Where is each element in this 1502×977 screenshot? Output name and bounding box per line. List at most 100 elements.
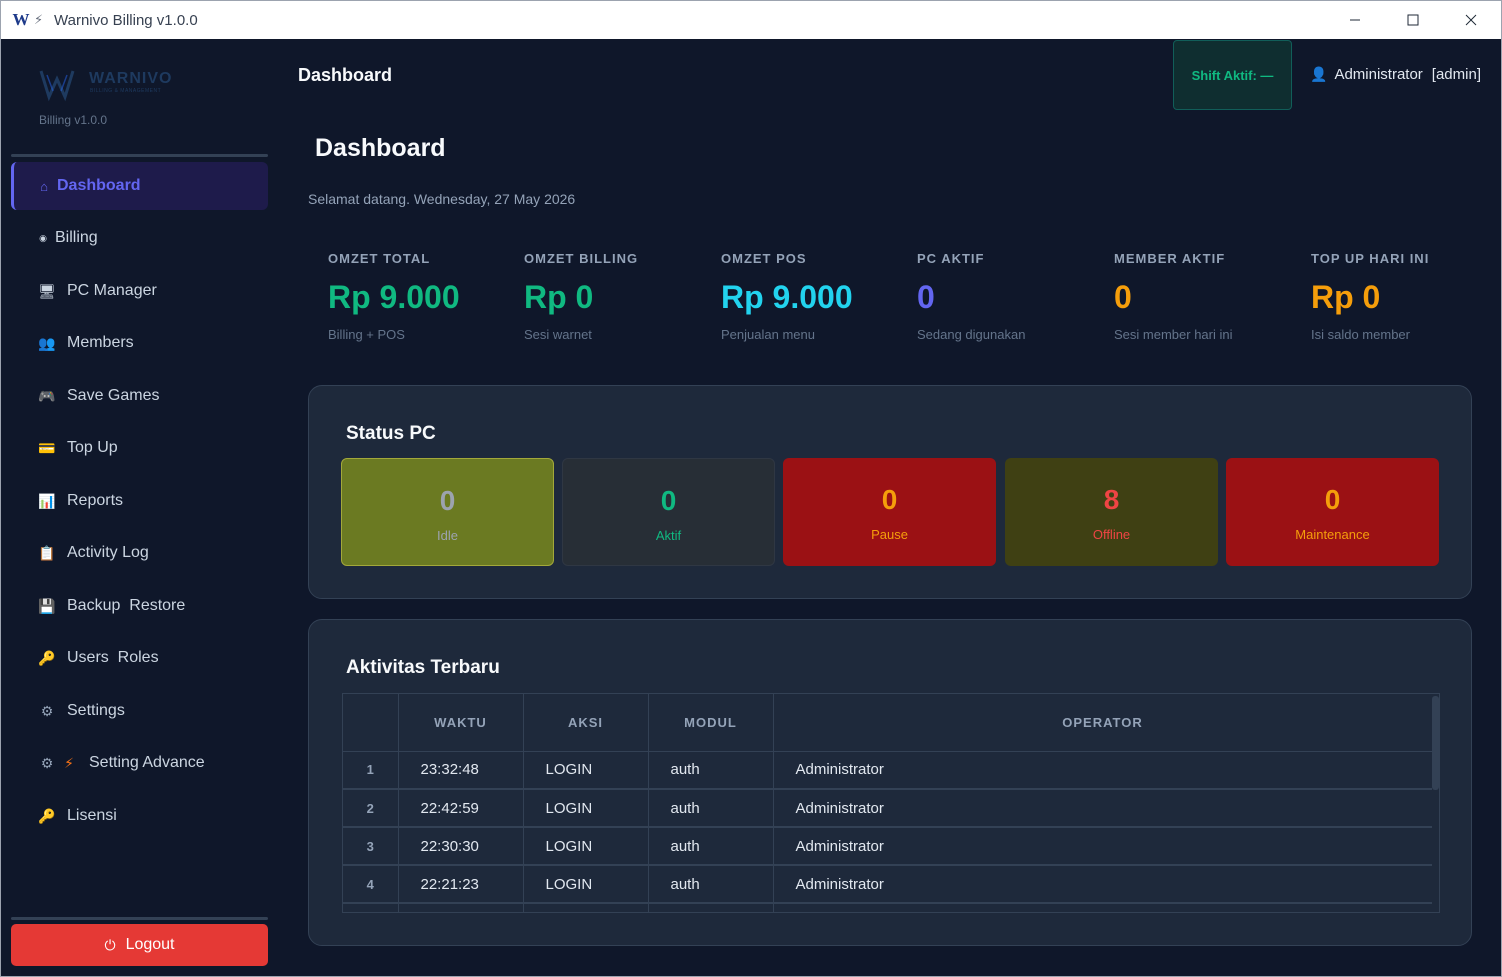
table-row[interactable]: 2 22:42:59 LOGIN auth Administrator [343, 789, 1433, 828]
column-header-aksi[interactable]: AKSI [523, 694, 649, 752]
sidebar-item-setting-advance[interactable]: ⚙ ⚡ Setting Advance [11, 739, 268, 787]
column-header-no[interactable] [343, 694, 399, 752]
sidebar-item-label: Save Games [67, 387, 160, 404]
stat-value: Rp 0 [1311, 279, 1381, 315]
stat-label: MEMBER AKTIF [1114, 251, 1226, 266]
row-number: 3 [343, 827, 399, 866]
pc-status-offline[interactable]: 8 Offline [1005, 458, 1218, 566]
cell-waktu: 22:30:30 [398, 827, 524, 866]
sidebar-item-label: Backup Restore [67, 597, 186, 614]
stat-sub: Sesi member hari ini [1114, 327, 1233, 342]
sidebar-item-reports[interactable]: 📊 Reports [11, 477, 268, 525]
cell-waktu: 22:42:59 [398, 789, 524, 828]
scrollbar-thumb[interactable] [1432, 696, 1439, 790]
table-row[interactable]: 1 23:32:48 LOGIN auth Administrator [343, 751, 1433, 790]
maximize-icon [1407, 14, 1419, 26]
sidebar-item-pc-manager[interactable]: 🖥 PC Manager [11, 267, 268, 315]
title-bar: W ⚡ Warnivo Billing v1.0.0 [1, 1, 1501, 39]
sidebar-item-settings[interactable]: ⚙ Settings [11, 687, 268, 735]
cell-waktu: 22:21:23 [398, 865, 524, 904]
stat-value: Rp 9.000 [328, 279, 460, 315]
stat-label: TOP UP HARI INI [1311, 251, 1430, 266]
table-row[interactable]: 4 22:21:23 LOGIN auth Administrator [343, 865, 1433, 904]
table-scrollbar[interactable] [1432, 694, 1439, 912]
sidebar-item-backup-restore[interactable]: 💾 Backup Restore [11, 582, 268, 630]
cell-operator: Administrator [773, 789, 1433, 828]
clipboard-icon: 📋 [38, 544, 56, 561]
sidebar-item-dashboard[interactable]: ⌂ Dashboard [11, 162, 268, 210]
stat-omzet-total: OMZET TOTAL Rp 9.000 Billing + POS [328, 251, 518, 342]
sidebar-item-top-up[interactable]: 💳 Top Up [11, 424, 268, 472]
row-number [343, 903, 399, 912]
stat-label: OMZET POS [721, 251, 807, 266]
license-key-icon: 🔑 [38, 807, 56, 824]
sidebar-item-billing[interactable]: ◉ Billing [11, 214, 268, 262]
cell-aksi [523, 903, 649, 912]
status-pc-card: Status PC 0 Idle 0 Aktif 0 Pause 8 Offli… [308, 385, 1472, 599]
stat-sub: Sedang digunakan [917, 327, 1026, 342]
cell-modul: auth [648, 865, 774, 904]
cell-aksi: LOGIN [523, 789, 649, 828]
sidebar-item-activity-log[interactable]: 📋 Activity Log [11, 529, 268, 577]
sidebar-item-label: Setting Advance [89, 754, 205, 771]
members-icon: 👥 [38, 334, 56, 351]
cell-aksi: LOGIN [523, 751, 649, 790]
sidebar-item-save-games[interactable]: 🎮 Save Games [11, 372, 268, 420]
brand-logo: WARNIVO BILLING & MANAGEMENT [39, 67, 189, 103]
stat-member-aktif: MEMBER AKTIF 0 Sesi member hari ini [1114, 251, 1304, 342]
logout-button[interactable]: ⏻ Logout [11, 924, 268, 966]
sidebar-item-lisensi[interactable]: 🔑 Lisensi [11, 792, 268, 840]
close-icon [1465, 14, 1477, 26]
user-icon: 👤 [1310, 66, 1328, 82]
cell-aksi: LOGIN [523, 827, 649, 866]
stat-value: Rp 0 [524, 279, 594, 315]
stat-omzet-billing: OMZET BILLING Rp 0 Sesi warnet [524, 251, 714, 342]
stat-sub: Billing + POS [328, 327, 405, 342]
activity-table[interactable]: WAKTU AKSI MODUL OPERATOR 1 23:32:48 LOG… [342, 693, 1440, 913]
pc-status-maintenance[interactable]: 0 Maintenance [1226, 458, 1439, 566]
stat-label: PC AKTIF [917, 251, 985, 266]
column-header-operator[interactable]: OPERATOR [773, 694, 1433, 752]
table-row[interactable]: 3 22:30:30 LOGIN auth Administrator [343, 827, 1433, 866]
pc-status-count: 0 [1324, 484, 1341, 515]
sidebar-item-label: Users Roles [67, 649, 159, 666]
page-title: Dashboard [315, 134, 446, 162]
row-number: 4 [343, 865, 399, 904]
cell-operator: Administrator [773, 827, 1433, 866]
stat-value: 0 [917, 279, 935, 315]
pc-status-pause[interactable]: 0 Pause [783, 458, 996, 566]
key-icon: 🔑 [38, 649, 56, 666]
logout-label: Logout [125, 936, 175, 953]
stat-sub: Isi saldo member [1311, 327, 1410, 342]
user-info: 👤 Administrator [admin] [1310, 66, 1481, 83]
power-icon: ⏻ [104, 936, 116, 953]
maximize-button[interactable] [1384, 1, 1442, 39]
sidebar-item-members[interactable]: 👥 Members [11, 319, 268, 367]
minimize-button[interactable] [1326, 1, 1384, 39]
stat-sub: Sesi warnet [524, 327, 592, 342]
table-header-row: WAKTU AKSI MODUL OPERATOR [343, 694, 1433, 752]
pc-status-aktif[interactable]: 0 Aktif [562, 458, 775, 566]
shift-status-button[interactable]: Shift Aktif: — [1173, 40, 1292, 110]
floppy-icon: 💾 [38, 597, 56, 614]
column-header-waktu[interactable]: WAKTU [398, 694, 524, 752]
status-pc-title: Status PC [346, 423, 436, 444]
close-button[interactable] [1442, 1, 1500, 39]
pc-status-idle[interactable]: 0 Idle [341, 458, 554, 566]
column-header-modul[interactable]: MODUL [648, 694, 774, 752]
stat-sub: Penjualan menu [721, 327, 815, 342]
billing-icon: ◉ [39, 232, 47, 243]
home-icon: ⌂ [40, 178, 48, 194]
stat-value: Rp 9.000 [721, 279, 853, 315]
sidebar-item-label: Billing [55, 229, 98, 246]
table-row[interactable] [343, 903, 1433, 912]
activity-card: Aktivitas Terbaru WAKTU AKSI MODUL OPERA… [308, 619, 1472, 946]
gear-icon: ⚙ [40, 702, 54, 719]
cell-operator: Administrator [773, 751, 1433, 790]
sidebar-item-label: Top Up [67, 439, 118, 456]
sidebar-item-users-roles[interactable]: 🔑 Users Roles [11, 634, 268, 682]
app-window: W ⚡ Warnivo Billing v1.0.0 WARNIVO BILLI… [0, 0, 1502, 977]
stat-label: OMZET TOTAL [328, 251, 431, 266]
chart-icon: 📊 [38, 492, 56, 509]
cell-waktu: 23:32:48 [398, 751, 524, 790]
